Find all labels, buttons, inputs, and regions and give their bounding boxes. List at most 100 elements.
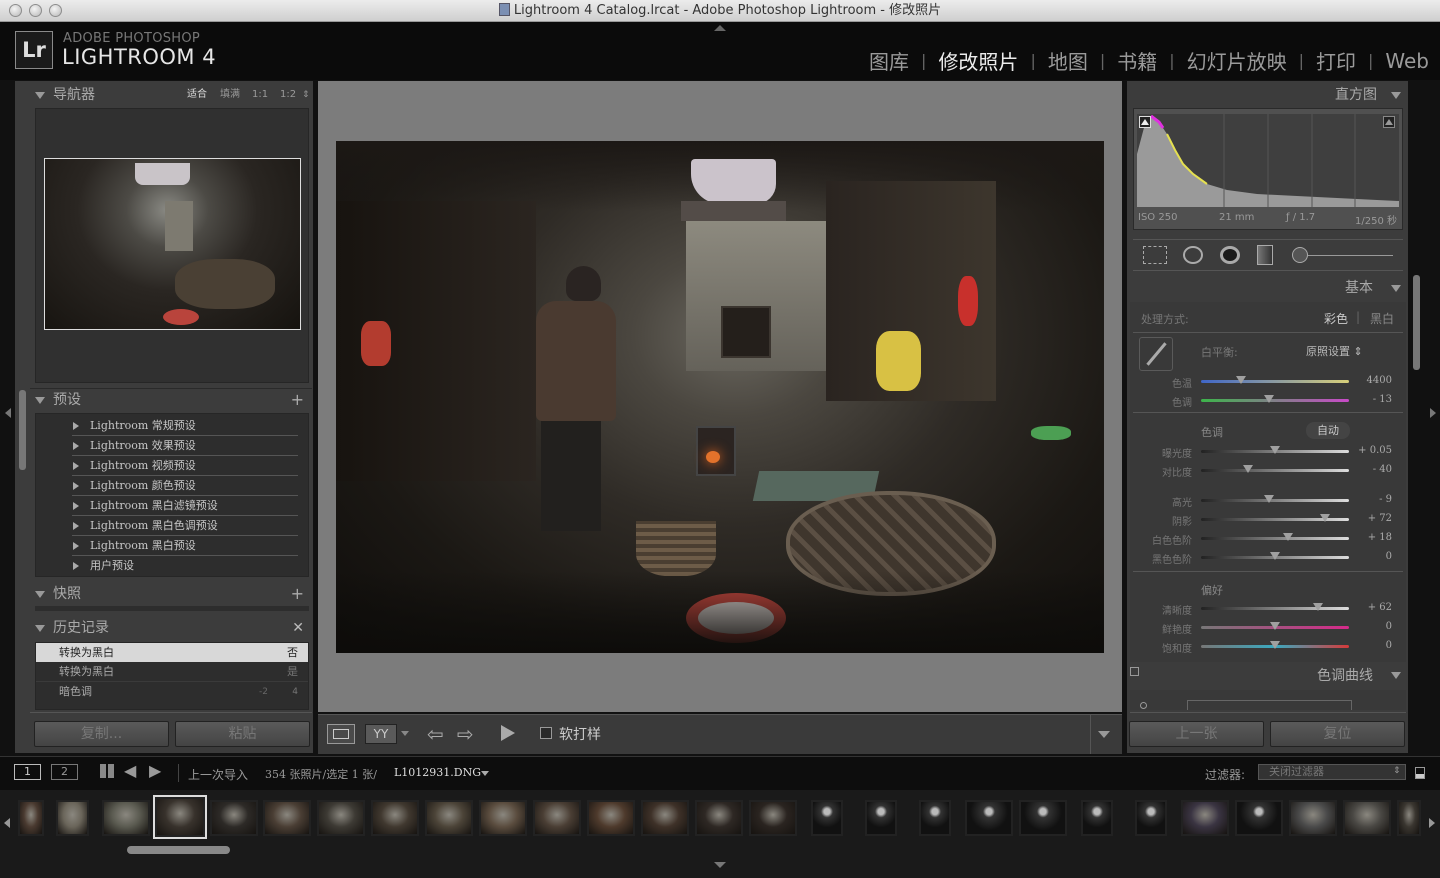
clear-history-icon[interactable]: ✕	[292, 616, 304, 640]
filmstrip-thumbnail[interactable]	[55, 799, 90, 837]
filmstrip-thumbnail[interactable]	[1134, 799, 1168, 837]
right-panel-toggle-icon[interactable]	[1430, 408, 1436, 418]
filmstrip-thumbnail[interactable]	[316, 799, 366, 837]
slider-value[interactable]: 0	[1350, 640, 1392, 651]
grid-view-icon[interactable]	[100, 764, 114, 778]
slider-knob[interactable]	[1270, 622, 1280, 630]
slider-knob[interactable]	[1283, 533, 1294, 541]
tone-curve-graph[interactable]	[1187, 700, 1352, 710]
histogram-header[interactable]: 直方图	[1127, 83, 1407, 107]
close-window-button[interactable]	[9, 4, 22, 17]
filmstrip-thumbnail[interactable]	[1342, 799, 1392, 837]
module-print[interactable]: 打印	[1316, 46, 1356, 75]
slider-value[interactable]: + 72	[1350, 513, 1392, 524]
zoom-1-2[interactable]: 1:2	[280, 83, 296, 107]
preset-folder[interactable]: Lightroom 黑白色调预设	[72, 516, 298, 536]
filmstrip-thumbnail[interactable]	[209, 799, 259, 837]
zoom-window-button[interactable]	[49, 4, 62, 17]
main-window-button[interactable]: 1	[14, 764, 41, 780]
slider-track[interactable]	[1201, 607, 1349, 610]
slider-value[interactable]: + 18	[1350, 532, 1392, 543]
highlight-clipping-indicator[interactable]	[1383, 116, 1395, 128]
treatment-color-option[interactable]: 彩色	[1324, 310, 1348, 327]
adjustment-brush-icon[interactable]	[1292, 247, 1308, 263]
selected-filename[interactable]: L1012931.DNG	[394, 766, 481, 779]
slider-knob[interactable]	[1270, 446, 1280, 454]
expand-triangle-icon[interactable]	[73, 442, 79, 450]
minimize-window-button[interactable]	[29, 4, 42, 17]
filmstrip-thumbnail[interactable]	[1180, 799, 1230, 837]
preset-folder[interactable]: Lightroom 常规预设	[72, 416, 298, 436]
paste-settings-button[interactable]: 粘贴	[175, 721, 310, 747]
filmstrip-thumbnail[interactable]	[1396, 799, 1422, 837]
filmstrip-scroll-right-icon[interactable]	[1429, 818, 1435, 828]
slider-knob[interactable]	[1270, 641, 1280, 649]
filter-lock-icon[interactable]	[1415, 767, 1425, 779]
preset-folder[interactable]: Lightroom 效果预设	[72, 436, 298, 456]
slider-value[interactable]: - 13	[1350, 394, 1392, 405]
expand-triangle-icon[interactable]	[73, 482, 79, 490]
white-balance-eyedropper-icon[interactable]	[1139, 337, 1173, 371]
presets-header[interactable]: 预设 +	[30, 388, 312, 412]
add-snapshot-icon[interactable]: +	[291, 582, 304, 606]
history-row-selected[interactable]: 转换为黑白 否	[36, 643, 308, 662]
toolbar-options-icon[interactable]	[1098, 731, 1110, 738]
left-panel-scrollbar[interactable]	[19, 390, 26, 470]
right-panel-scrollbar[interactable]	[1413, 275, 1420, 370]
top-panel-toggle-icon[interactable]	[714, 25, 726, 31]
filmstrip-thumbnail[interactable]	[586, 799, 636, 837]
slider-track[interactable]	[1201, 537, 1349, 540]
before-after-button[interactable]: YY	[365, 724, 397, 744]
expand-triangle-icon[interactable]	[73, 522, 79, 530]
before-after-dropdown-icon[interactable]	[401, 731, 409, 736]
filmstrip-scroll-left-icon[interactable]	[4, 818, 10, 828]
filmstrip-thumbnail[interactable]	[748, 799, 798, 837]
filmstrip-thumbnail[interactable]	[810, 799, 844, 837]
filmstrip-thumbnail[interactable]	[1018, 799, 1068, 837]
preset-folder[interactable]: Lightroom 黑白预设	[72, 536, 298, 556]
filmstrip-thumbnail[interactable]	[101, 799, 151, 837]
zoom-fill[interactable]: 填满	[220, 83, 240, 107]
slider-track[interactable]	[1201, 499, 1349, 502]
history-row[interactable]: 转换为黑白 是	[36, 662, 308, 682]
bottom-panel-toggle-icon[interactable]	[714, 862, 726, 868]
slider-knob[interactable]	[1235, 376, 1246, 384]
tone-curve-header[interactable]: 色调曲线	[1127, 664, 1407, 688]
red-eye-tool-icon[interactable]	[1220, 246, 1240, 264]
graduated-filter-icon[interactable]	[1257, 245, 1273, 265]
zoom-fit[interactable]: 适合	[187, 83, 207, 107]
slider-value[interactable]: 0	[1350, 551, 1392, 562]
slider-knob[interactable]	[1270, 552, 1280, 560]
slider-value[interactable]: - 9	[1350, 494, 1392, 505]
preset-folder[interactable]: 用户预设	[72, 556, 298, 576]
histogram-graph[interactable]	[1137, 114, 1399, 207]
slider-track[interactable]	[1201, 380, 1349, 383]
expand-triangle-icon[interactable]	[73, 422, 79, 430]
expand-triangle-icon[interactable]	[73, 542, 79, 550]
previous-settings-button[interactable]: 上一张	[1129, 721, 1264, 747]
filmstrip-thumbnail-selected[interactable]	[153, 795, 207, 839]
soft-proof-checkbox[interactable]	[540, 727, 552, 739]
source-label[interactable]: 上一次导入	[188, 766, 248, 783]
target-adjust-icon[interactable]	[1140, 702, 1147, 709]
preset-folder[interactable]: Lightroom 黑白滤镜预设	[72, 496, 298, 516]
collapse-triangle-icon[interactable]	[1391, 92, 1401, 99]
filmstrip-thumbnail[interactable]	[370, 799, 420, 837]
swap-left-arrow-icon[interactable]: ⇦	[427, 722, 444, 746]
back-arrow-icon[interactable]: ◀	[124, 761, 136, 780]
filmstrip-thumbnail[interactable]	[918, 799, 952, 837]
slider-value[interactable]: + 0.05	[1350, 445, 1392, 456]
preset-folder[interactable]: Lightroom 视频预设	[72, 456, 298, 476]
module-book[interactable]: 书籍	[1117, 46, 1157, 75]
swap-right-arrow-icon[interactable]: ⇨	[457, 722, 474, 746]
preset-folder[interactable]: Lightroom 颜色预设	[72, 476, 298, 496]
slider-knob[interactable]	[1312, 603, 1323, 611]
snapshots-header[interactable]: 快照 +	[30, 582, 312, 606]
forward-arrow-icon[interactable]: ▶	[149, 761, 161, 780]
navigator-thumbnail[interactable]	[44, 158, 301, 330]
main-photo[interactable]	[336, 141, 1104, 653]
filmstrip-thumbnail[interactable]	[532, 799, 582, 837]
slider-knob[interactable]	[1320, 514, 1331, 522]
expand-triangle-icon[interactable]	[73, 462, 79, 470]
filmstrip-scrollbar[interactable]	[127, 846, 230, 854]
